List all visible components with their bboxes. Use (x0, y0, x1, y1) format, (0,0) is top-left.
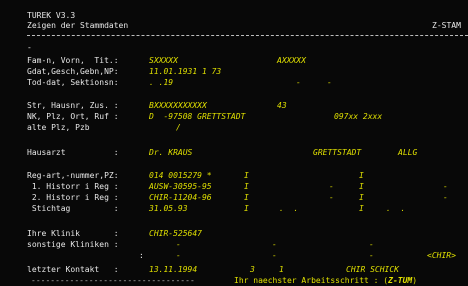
last-contact-n2: 1 (279, 265, 284, 274)
street-label: Str, Hausnr, Zus. : (27, 101, 119, 110)
key-date-i-1: I (244, 204, 249, 213)
history-2-dash-2: - (443, 193, 448, 202)
other-clinics-label: sonstige Kliniken : (27, 240, 119, 249)
death-dash-1: - (296, 78, 301, 87)
other-clinics-colon: : (139, 251, 144, 260)
name-label: Fam-n, Vorn, Tit.: (27, 56, 119, 65)
other-clinic-2-c[interactable]: - (369, 251, 374, 261)
terminal-screen: TUREK V3.3 Zeigen der Stammdaten Z-STAM … (0, 0, 468, 285)
registry-field[interactable]: 014 0015279 * (149, 171, 212, 181)
last-contact-date[interactable]: 13.11.1994 (149, 265, 197, 275)
app-version: TUREK V3.3 (27, 11, 76, 20)
chir-tag: <CHIR> (427, 251, 456, 260)
city-label: NK, Plz, Ort, Ruf : (27, 112, 119, 121)
phone-field[interactable]: 097xx 2xxx (334, 112, 382, 122)
doctor-name-field[interactable]: Dr. KRAUS (149, 148, 192, 158)
key-date-label: Stichtag : (27, 204, 119, 213)
key-date-dots-1: . . (279, 204, 299, 213)
history-2-dash-1: - (329, 193, 334, 202)
house-number-field[interactable]: 43 (277, 101, 287, 111)
history-2-i-2: I (359, 193, 364, 202)
death-label: Tod-dat, Sektionsn: (27, 78, 119, 87)
history-2-i-1: I (244, 193, 249, 202)
history-1-field[interactable]: AUSW-30595-95 (149, 182, 212, 192)
other-clinic-2-b[interactable]: - (272, 251, 277, 261)
separator-marker: - (27, 43, 32, 52)
screen-title: Zeigen der Stammdaten (27, 21, 129, 30)
birth-label: Gdat,Gesch,Gebn,NP: (27, 67, 119, 76)
screen-code: Z-STAM (432, 21, 461, 30)
clinic-label: Ihre Klinik : (27, 229, 119, 238)
other-clinic-2-a[interactable]: - (176, 251, 181, 261)
old-zip-field[interactable]: / (176, 123, 181, 133)
history-1-dash-2: - (443, 182, 448, 191)
next-step-input[interactable]: Z-TUM (388, 276, 412, 285)
last-contact-who: CHIR SCHICK (346, 265, 399, 274)
death-dash-2: - (327, 78, 332, 87)
doctor-city-field[interactable]: GRETTSTADT (313, 148, 361, 158)
history-2-field[interactable]: CHIR-11204-96 (149, 193, 212, 203)
last-contact-label: letzter Kontakt : (27, 265, 119, 274)
other-clinic-1-c[interactable]: - (369, 240, 374, 250)
old-zip-label: alte Plz, Pzb (27, 123, 90, 132)
history-1-dash-1: - (329, 182, 334, 191)
history-1-i-1: I (244, 182, 249, 191)
city-field[interactable]: D -97508 GRETTSTADT (149, 112, 245, 122)
doctor-type-field[interactable]: ALLG (398, 148, 417, 158)
doctor-label: Hausarzt : (27, 148, 119, 157)
header-separator (27, 35, 468, 36)
history-2-label: 2. Historr i Reg : (27, 193, 119, 202)
other-clinic-1-a[interactable]: - (176, 240, 181, 250)
history-1-i-2: I (359, 182, 364, 191)
firstname-field[interactable]: AXXXXX (277, 56, 306, 66)
registry-label: Reg-art,-nummer,PZ: (27, 171, 119, 180)
key-date-i-2: I (359, 204, 364, 213)
lastname-field[interactable]: SXXXXX (149, 56, 178, 66)
next-step-prompt-text: Ihr naechster Arbeitsschritt : ( (234, 276, 389, 285)
birth-field[interactable]: 11.01.1931 1 73 (149, 67, 221, 77)
next-step-close: ) (412, 276, 418, 285)
street-field[interactable]: BXXXXXXXXXXX (149, 101, 207, 111)
registry-i-1: I (244, 171, 249, 180)
clinic-field[interactable]: CHIR-525647 (149, 229, 202, 239)
other-clinic-1-b[interactable]: - (272, 240, 277, 250)
last-contact-n1: 3 (250, 265, 255, 274)
death-field[interactable]: . .19 (149, 78, 173, 88)
key-date-field[interactable]: 31.05.93 (149, 204, 188, 214)
history-1-label: 1. Historr i Reg : (27, 182, 119, 191)
key-date-dots-2: . . (386, 204, 406, 213)
registry-i-2: I (359, 171, 364, 180)
